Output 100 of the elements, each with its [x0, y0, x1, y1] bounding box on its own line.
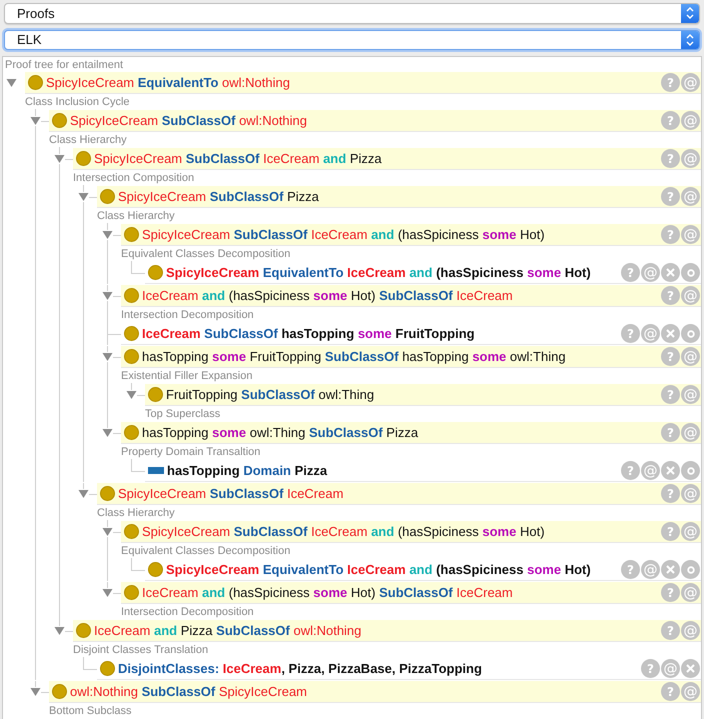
ring-icon [686, 466, 694, 474]
help-button[interactable]: ? [661, 682, 680, 701]
annotate-button[interactable]: @ [661, 659, 680, 678]
expand-toggle[interactable] [30, 116, 41, 126]
annotate-button[interactable]: @ [681, 484, 700, 503]
annotate-button[interactable]: @ [681, 522, 700, 541]
expand-toggle[interactable] [126, 390, 137, 400]
help-button[interactable]: ? [621, 324, 640, 343]
circle-icon [124, 227, 139, 242]
inferred-axiom-row[interactable]: SpicyIceCream SubClassOf IceCream and Pizza ? @ [73, 148, 701, 170]
expand-toggle[interactable] [54, 626, 65, 636]
close-icon [666, 268, 675, 277]
annotate-button[interactable]: @ [681, 187, 700, 206]
expand-toggle[interactable] [102, 588, 113, 598]
annotate-button[interactable]: @ [681, 286, 700, 305]
inferred-axiom-row[interactable]: SpicyIceCream SubClassOf owl:Nothing ? @ [49, 110, 701, 132]
axiom-text: IceCream SubClassOf hasTopping some FruitTopping [142, 326, 476, 341]
edit-button[interactable] [681, 263, 700, 282]
edit-button[interactable] [681, 560, 700, 579]
inferred-axiom-row[interactable]: SpicyIceCream SubClassOf IceCream and (hasSpiciness some Hot) ? @ [121, 521, 701, 543]
rule-label: Top Superclass [144, 407, 222, 422]
inferred-axiom-row[interactable]: hasTopping some owl:Thing SubClassOf Pizza ? @ [121, 422, 701, 444]
expand-toggle[interactable] [78, 192, 89, 202]
asserted-axiom-row[interactable]: SpicyIceCream EquivalentTo IceCream and (hasSpiciness some Hot) ? @ [145, 262, 701, 284]
dropdown[interactable]: ELK [4, 30, 700, 50]
annotate-button[interactable]: @ [681, 583, 700, 602]
annotate-button[interactable]: @ [681, 111, 700, 130]
dropdown[interactable]: Proofs [4, 3, 700, 24]
annotate-button[interactable]: @ [681, 149, 700, 168]
annotate-button[interactable]: @ [641, 560, 660, 579]
expand-toggle[interactable] [102, 428, 113, 438]
axiom-text: SpicyIceCream SubClassOf Pizza [118, 189, 320, 204]
expand-toggle[interactable] [6, 78, 17, 88]
axiom-text: IceCream and (hasSpiciness some Hot) SubClassOf IceCream [142, 288, 514, 303]
delete-button[interactable] [661, 324, 680, 343]
inferred-axiom-row[interactable]: SpicyIceCream SubClassOf IceCream and (hasSpiciness some Hot) ? @ [121, 224, 701, 246]
axiom-text: SpicyIceCream SubClassOf IceCream and (hasSpiciness some Hot) [142, 227, 546, 242]
delete-button[interactable] [661, 560, 680, 579]
annotate-button[interactable]: @ [681, 385, 700, 404]
rule-label: Intersection Composition [72, 171, 196, 186]
inferred-axiom-row[interactable]: SpicyIceCream EquivalentTo owl:Nothing ? @ [25, 72, 701, 94]
help-button[interactable]: ? [641, 659, 660, 678]
edit-button[interactable] [681, 324, 700, 343]
annotate-button[interactable]: @ [681, 621, 700, 640]
help-button[interactable]: ? [661, 347, 680, 366]
annotate-button[interactable]: @ [681, 347, 700, 366]
axiom-text: FruitTopping SubClassOf owl:Thing [166, 387, 376, 402]
circle-icon [100, 486, 115, 501]
asserted-axiom-row[interactable]: DisjointClasses: IceCream, Pizza, PizzaBase, PizzaTopping ? @ [97, 658, 701, 680]
help-button[interactable]: ? [661, 73, 680, 92]
close-icon [666, 565, 675, 574]
help-button[interactable]: ? [661, 286, 680, 305]
expand-toggle[interactable] [102, 527, 113, 537]
help-button[interactable]: ? [661, 187, 680, 206]
ring-icon [686, 330, 694, 338]
rule-label: Property Domain Transaltion [120, 445, 262, 460]
inferred-axiom-row[interactable]: owl:Nothing SubClassOf SpicyIceCream ? @ [49, 681, 701, 703]
help-button[interactable]: ? [661, 583, 680, 602]
help-button[interactable]: ? [661, 522, 680, 541]
inferred-axiom-row[interactable]: FruitTopping SubClassOf owl:Thing ? @ [145, 384, 701, 406]
inferred-axiom-row[interactable]: IceCream and (hasSpiciness some Hot) SubClassOf IceCream ? @ [121, 582, 701, 604]
annotate-button[interactable]: @ [681, 225, 700, 244]
annotate-button[interactable]: @ [641, 263, 660, 282]
expand-toggle[interactable] [30, 687, 41, 697]
stepper-icon [681, 4, 699, 23]
expand-toggle[interactable] [54, 154, 65, 164]
annotate-button[interactable]: @ [641, 324, 660, 343]
annotate-button[interactable]: @ [681, 73, 700, 92]
help-button[interactable]: ? [661, 621, 680, 640]
axiom-text: DisjointClasses: IceCream, Pizza, PizzaBase, PizzaTopping [118, 661, 483, 676]
asserted-axiom-row[interactable]: IceCream SubClassOf hasTopping some FruitTopping ? @ [121, 323, 701, 345]
expand-toggle[interactable] [102, 230, 113, 240]
inferred-axiom-row[interactable]: hasTopping some FruitTopping SubClassOf hasTopping some owl:Thing ? @ [121, 346, 701, 368]
axiom-text: hasTopping some owl:Thing SubClassOf Pizza [142, 425, 420, 440]
expand-toggle[interactable] [102, 291, 113, 301]
inferred-axiom-row[interactable]: IceCream and Pizza SubClassOf owl:Nothing ? @ [73, 620, 701, 642]
help-button[interactable]: ? [661, 149, 680, 168]
help-button[interactable]: ? [621, 263, 640, 282]
annotate-button[interactable]: @ [681, 423, 700, 442]
annotate-button[interactable]: @ [641, 461, 660, 480]
help-button[interactable]: ? [661, 111, 680, 130]
delete-button[interactable] [661, 263, 680, 282]
delete-button[interactable] [681, 659, 700, 678]
help-button[interactable]: ? [661, 484, 680, 503]
asserted-axiom-row[interactable]: hasTopping Domain Pizza ? @ [145, 460, 701, 482]
help-button[interactable]: ? [621, 560, 640, 579]
expand-toggle[interactable] [102, 352, 113, 362]
rule-label: Class Inclusion Cycle [24, 95, 131, 110]
help-button[interactable]: ? [621, 461, 640, 480]
help-button[interactable]: ? [661, 225, 680, 244]
edit-button[interactable] [681, 461, 700, 480]
inferred-axiom-row[interactable]: SpicyIceCream SubClassOf IceCream ? @ [97, 483, 701, 505]
help-button[interactable]: ? [661, 385, 680, 404]
help-button[interactable]: ? [661, 423, 680, 442]
inferred-axiom-row[interactable]: SpicyIceCream SubClassOf Pizza ? @ [97, 186, 701, 208]
delete-button[interactable] [661, 461, 680, 480]
annotate-button[interactable]: @ [681, 682, 700, 701]
asserted-axiom-row[interactable]: SpicyIceCream EquivalentTo IceCream and (hasSpiciness some Hot) ? @ [145, 559, 701, 581]
inferred-axiom-row[interactable]: IceCream and (hasSpiciness some Hot) SubClassOf IceCream ? @ [121, 285, 701, 307]
expand-toggle[interactable] [78, 489, 89, 499]
